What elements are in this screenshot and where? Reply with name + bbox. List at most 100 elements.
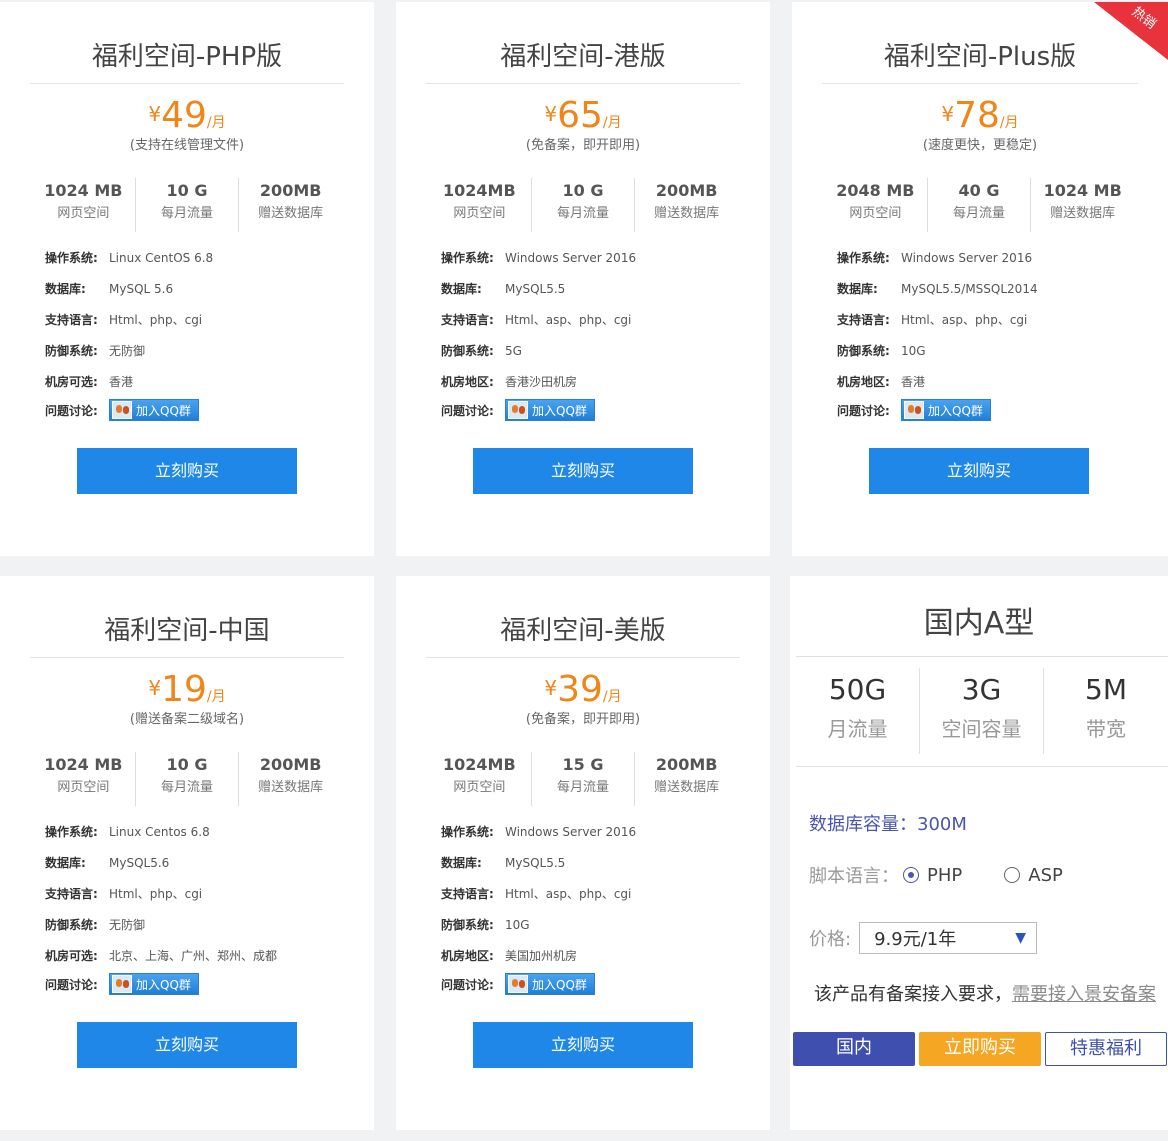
spec-label: 网页空间 <box>57 780 110 795</box>
plan-price: ¥65/月 <box>396 94 770 138</box>
special-offer-button[interactable]: 特惠福利 <box>1045 1032 1167 1066</box>
buy-button[interactable]: 立刻购买 <box>473 1022 693 1068</box>
spec-row: 机房可选: 香港 <box>45 366 213 397</box>
join-qq-label: 加入QQ群 <box>532 977 587 992</box>
domestic-a-card: 国内A型 50G 月流量 3G 空间容量 5M 带宽 数据库容量：300M 脚本… <box>790 576 1168 1130</box>
spec-label: 每月流量 <box>557 780 610 795</box>
row-label: 操作系统: <box>45 825 98 839</box>
divider <box>796 766 1168 767</box>
join-qq-button[interactable]: 加入QQ群 <box>109 399 199 421</box>
join-qq-button[interactable]: 加入QQ群 <box>505 973 595 995</box>
join-qq-label: 加入QQ群 <box>532 403 587 418</box>
spec-value: 10 G <box>166 181 208 200</box>
row-label: 数据库: <box>45 856 86 870</box>
spec-value: 1024 MB <box>44 181 123 200</box>
row-value: MySQL5.5 <box>505 281 566 296</box>
row-label: 防御系统: <box>441 918 494 932</box>
plan-specs: 1024MB 网页空间 15 G 每月流量 200MB 赠送数据库 <box>428 752 738 806</box>
currency-symbol: ¥ <box>148 676 162 700</box>
domestic-button[interactable]: 国内 <box>793 1032 915 1066</box>
row-value: 10G <box>901 343 926 358</box>
price-unit: /月 <box>999 115 1019 131</box>
radio-asp-label: ASP <box>1028 864 1063 886</box>
join-qq-button[interactable]: 加入QQ群 <box>901 399 991 421</box>
price-amount: 65 <box>557 95 603 136</box>
spec-item: 10 G 每月流量 <box>136 178 240 232</box>
buy-now-button[interactable]: 立即购买 <box>919 1032 1041 1066</box>
plan-details: 操作系统: Windows Server 2016 数据库: MySQL5.5 支持语言… <box>441 242 636 421</box>
spec-row: 机房可选: 北京、上海、广州、郑州、成都 <box>45 940 277 971</box>
qq-label: 问题讨论: <box>441 977 494 992</box>
plan-details: 操作系统: Windows Server 2016 数据库: MySQL5.5/MSS… <box>837 242 1038 421</box>
row-value: Html、php、cgi <box>109 313 203 327</box>
currency-symbol: ¥ <box>544 676 558 700</box>
spec-value: 1024 MB <box>44 755 123 774</box>
spec-row: 数据库: MySQL5.5 <box>441 847 636 878</box>
join-qq-label: 加入QQ群 <box>136 977 191 992</box>
row-value: 香港沙田机房 <box>505 375 578 389</box>
buy-button[interactable]: 立刻购买 <box>77 1022 297 1068</box>
divider <box>796 656 1168 657</box>
spec-row: 操作系统: Linux CentOS 6.8 <box>45 242 213 273</box>
plan-card: 福利空间-中国 ¥19/月 (赠送备案二级域名) 1024 MB 网页空间 10 G 每月流… <box>0 576 374 1130</box>
row-value: 北京、上海、广州、郑州、成都 <box>109 949 278 963</box>
radio-asp[interactable]: ASP <box>1004 865 1063 886</box>
price-unit: /月 <box>602 115 622 131</box>
spec-value: 1024MB <box>443 755 516 774</box>
stat-value: 50G <box>828 673 887 706</box>
spec-value: 2048 MB <box>836 181 915 200</box>
plan-price: ¥39/月 <box>396 668 770 712</box>
plan-price: ¥19/月 <box>0 668 374 712</box>
spec-label: 网页空间 <box>453 206 506 221</box>
plan-card: 热销 福利空间-Plus版 ¥78/月 (速度更快，更稳定) 2048 MB 网页空间 40… <box>792 2 1168 556</box>
radio-unchecked-icon <box>1004 867 1021 883</box>
spec-item: 200MB 赠送数据库 <box>635 178 738 232</box>
radio-php[interactable]: PHP <box>903 865 962 886</box>
price-row: 价格: 9.9元/1年 ▼ <box>809 922 1038 954</box>
row-label: 防御系统: <box>45 918 98 932</box>
buy-button[interactable]: 立刻购买 <box>473 448 693 494</box>
spec-label: 赠送数据库 <box>654 206 720 221</box>
spec-item: 1024MB 网页空间 <box>428 752 532 806</box>
spec-row: 数据库: MySQL5.6 <box>45 847 277 878</box>
buy-button[interactable]: 立刻购买 <box>869 448 1089 494</box>
row-value: 无防御 <box>109 918 146 932</box>
price-label: 价格: <box>809 929 852 950</box>
price-selected-value: 9.9元/1年 <box>874 929 957 950</box>
stat-label: 带宽 <box>1086 717 1127 741</box>
plan-specs: 2048 MB 网页空间 40 G 每月流量 1024 MB 赠送数据库 <box>824 178 1134 232</box>
spec-value: 1024MB <box>443 181 516 200</box>
row-label: 支持语言: <box>45 313 98 327</box>
join-qq-button[interactable]: 加入QQ群 <box>109 973 199 995</box>
qq-row: 问题讨论: 加入QQ群 <box>441 973 636 995</box>
spec-label: 网页空间 <box>57 206 110 221</box>
plan-details: 操作系统: Linux Centos 6.8 数据库: MySQL5.6 支持语言: Ht… <box>45 816 277 995</box>
buy-button[interactable]: 立刻购买 <box>77 448 297 494</box>
plan-details: 操作系统: Windows Server 2016 数据库: MySQL5.5 支持语言… <box>441 816 636 995</box>
row-label: 数据库: <box>837 282 878 296</box>
qq-label: 问题讨论: <box>45 977 98 992</box>
join-qq-button[interactable]: 加入QQ群 <box>505 399 595 421</box>
row-value: 10G <box>505 917 530 932</box>
price-select[interactable]: 9.9元/1年 ▼ <box>859 922 1038 954</box>
stat-label: 空间容量 <box>941 717 1022 741</box>
spec-item: 200MB 赠送数据库 <box>239 752 342 806</box>
price-amount: 19 <box>161 669 207 710</box>
row-value: Linux CentOS 6.8 <box>109 250 214 265</box>
filing-link[interactable]: 需要接入景安备案 <box>1012 984 1156 1005</box>
price-unit: /月 <box>602 689 622 705</box>
plan-note: (支持在线管理文件) <box>129 138 245 153</box>
row-label: 操作系统: <box>441 825 494 839</box>
price-amount: 78 <box>954 95 1000 136</box>
radio-php-label: PHP <box>927 864 963 886</box>
spec-label: 赠送数据库 <box>654 780 720 795</box>
price-unit: /月 <box>206 689 226 705</box>
spec-label: 每月流量 <box>557 206 610 221</box>
row-label: 数据库: <box>45 282 86 296</box>
price-amount: 39 <box>557 669 603 710</box>
plan-title: 福利空间-中国 <box>30 614 344 658</box>
plan-specs: 1024 MB 网页空间 10 G 每月流量 200MB 赠送数据库 <box>32 752 342 806</box>
spec-value: 200MB <box>259 181 322 200</box>
spec-row: 机房地区: 香港沙田机房 <box>441 366 636 397</box>
row-value: 美国加州机房 <box>505 949 578 963</box>
